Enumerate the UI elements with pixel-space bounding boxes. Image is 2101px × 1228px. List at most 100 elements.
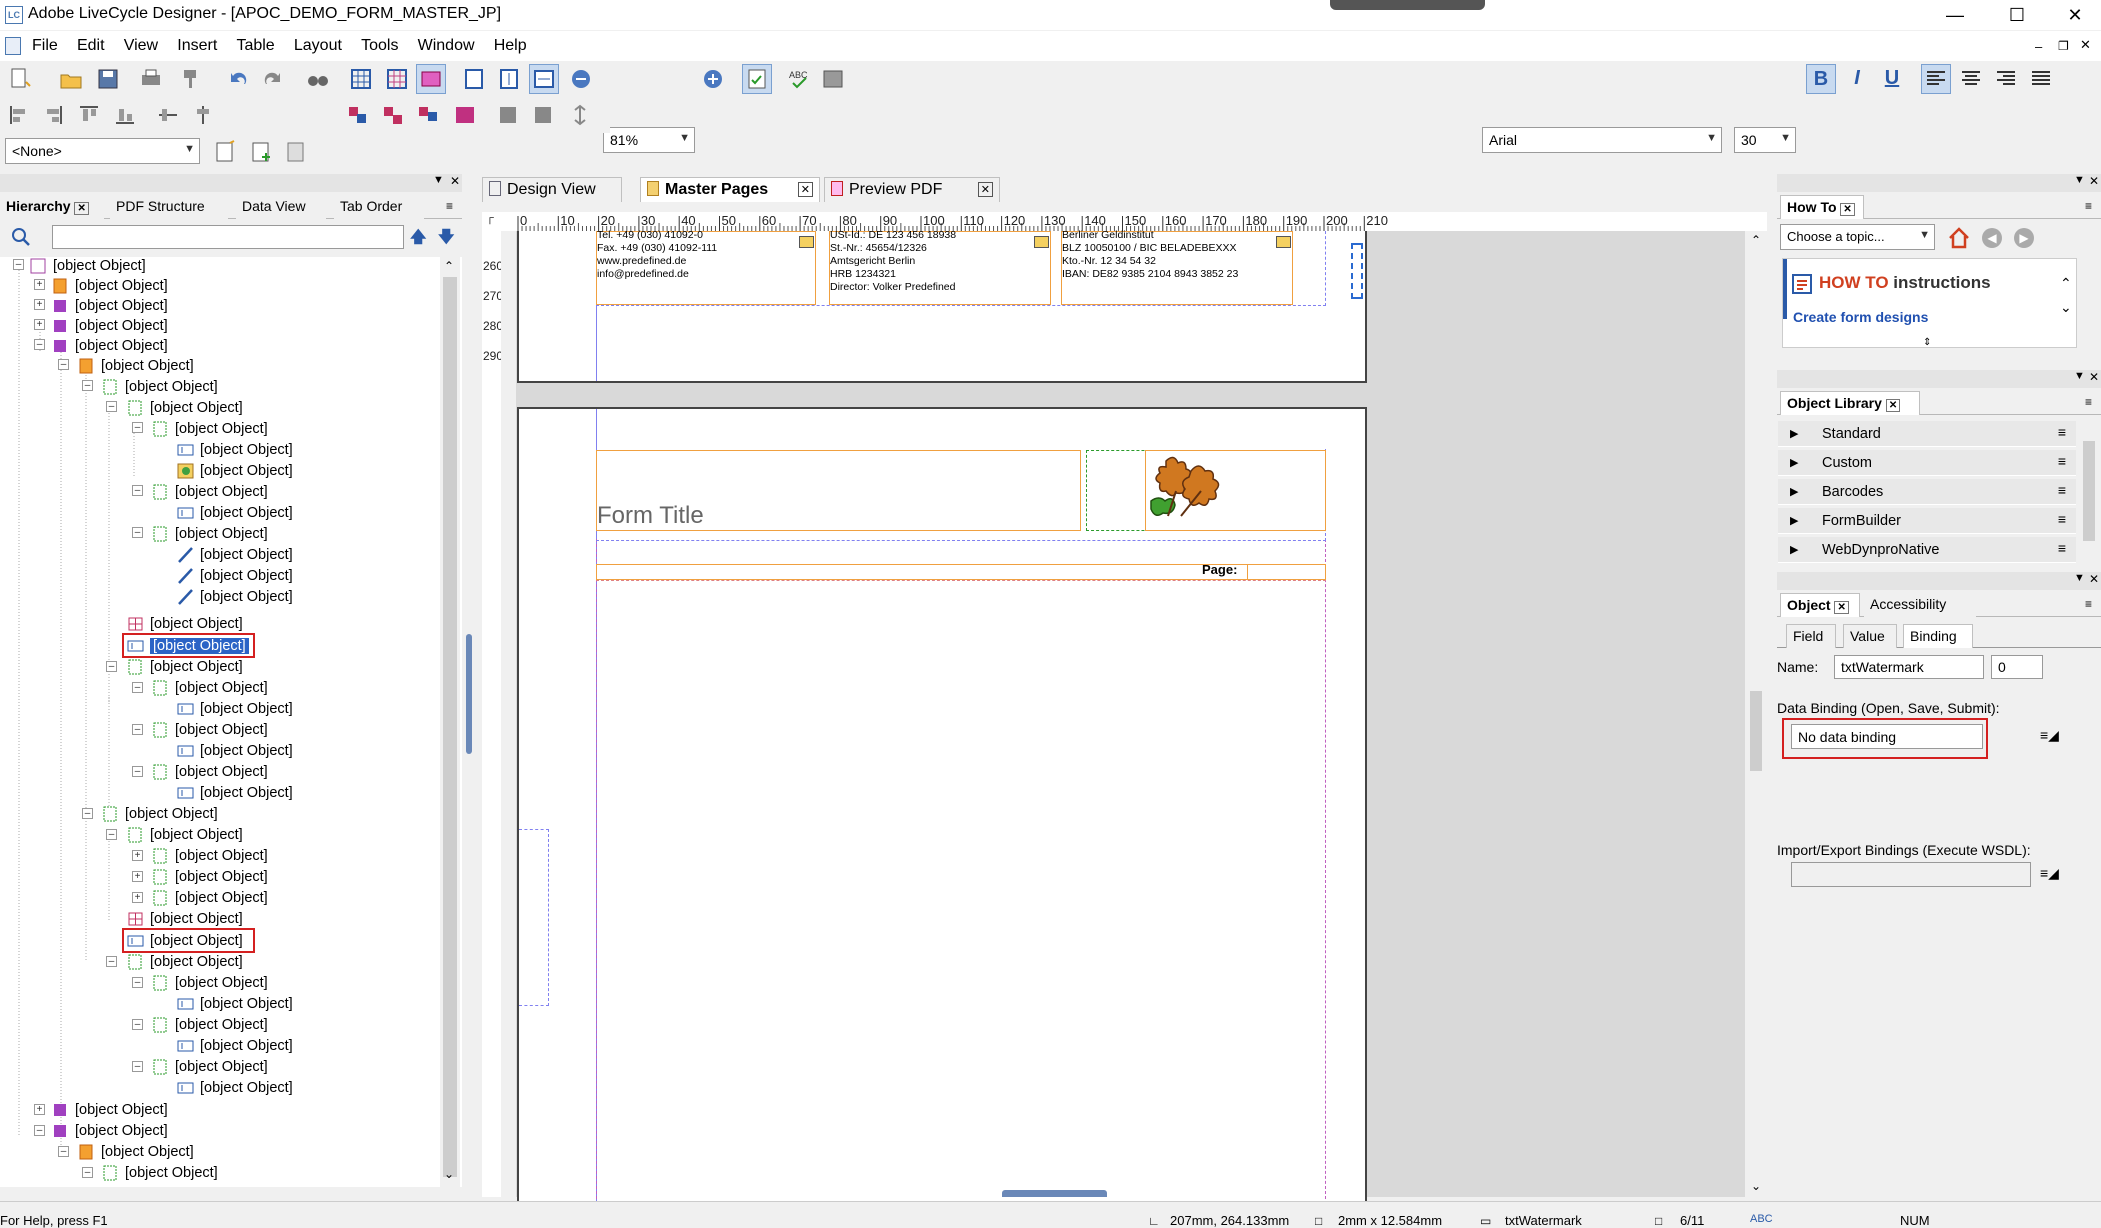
collapse-toggle[interactable]: – <box>106 661 117 672</box>
close-icon[interactable]: ✕ <box>797 182 813 197</box>
tree-node-master-pages-3[interactable]: [object Object] <box>78 1141 194 1162</box>
tree-node-frmfooterblock1-2[interactable]: [object Object] <box>152 972 268 993</box>
page-index-field[interactable]: Page: <box>596 562 1326 580</box>
expand-toggle[interactable]: + <box>132 850 143 861</box>
scroll-up-icon[interactable]: ⌃ <box>444 259 454 273</box>
expand-toggle[interactable]: + <box>132 871 143 882</box>
footer-block-1[interactable]: Tel. +49 (030) 41092-0 Fax. +49 (030) 41… <box>596 229 816 305</box>
footer-block-3[interactable]: Berliner Geldinstitut BLZ 10050100 / BIC… <box>1061 229 1293 305</box>
page-current[interactable]: Form Title Page: <box>517 407 1367 1209</box>
panel-menu-icon[interactable]: ▼ <box>2074 174 2085 186</box>
back-icon[interactable]: ◀ <box>1982 228 2002 248</box>
collapse-toggle[interactable]: – <box>34 1125 45 1136</box>
panel-menu-icon[interactable]: ▼ <box>2074 572 2085 584</box>
font-combo[interactable]: Arial ▼ <box>1482 127 1722 153</box>
collapse-toggle[interactable]: – <box>13 259 24 270</box>
doc-restore-button[interactable]: ❐ <box>2058 39 2069 53</box>
font-size-combo[interactable]: 30 ▼ <box>1734 127 1796 153</box>
tree-node-frmfoldingmarks[interactable]: [object Object] <box>152 523 268 544</box>
footer-block-2[interactable]: USt-Id.: DE 123 456 18938 St.-Nr.: 45654… <box>829 229 1051 305</box>
collapse-toggle[interactable]: – <box>106 401 117 412</box>
zoom-combo[interactable]: 81% ▼ <box>603 127 695 153</box>
tree-node-frmfooterblock2-2[interactable]: [object Object] <box>152 1014 268 1035</box>
align-right-icon[interactable] <box>1993 66 2019 92</box>
tree-node-txtwatermark[interactable]: [object Object] <box>127 930 243 951</box>
minimize-button[interactable]: — <box>1930 0 1980 30</box>
tree-node-frmfooterblock3[interactable]: [object Object] <box>152 761 268 782</box>
tree-node-txtpageindex[interactable]: [object Object] <box>177 502 293 523</box>
scroll-thumb[interactable] <box>2083 441 2095 541</box>
library-group-standard[interactable]: ▶ Standard ≡ <box>1778 421 2076 447</box>
selected-watermark-handle[interactable] <box>1351 243 1363 299</box>
image-icon[interactable] <box>820 66 846 92</box>
same-height-icon[interactable] <box>530 102 556 128</box>
binding-options-icon[interactable]: ≡◢ <box>2040 727 2059 744</box>
tree-node-firstpage[interactable]: [object Object] <box>127 397 243 418</box>
right-splitter[interactable] <box>1767 174 1777 1199</box>
close-button[interactable]: ✕ <box>2050 0 2100 30</box>
collapse-toggle[interactable]: – <box>132 485 143 496</box>
splitter-grip[interactable] <box>466 634 472 754</box>
design-canvas[interactable]: ┌ 0 10 20 30 40 50 60 70 80 90 100 110 120 130 140 150 1… <box>482 212 1767 1209</box>
expand-toggle[interactable]: + <box>34 299 45 310</box>
fit-width-icon[interactable] <box>531 66 557 92</box>
list-options-icon[interactable]: ≡ <box>2058 511 2066 527</box>
scroll-up-icon[interactable]: ⌃ <box>1751 233 1761 247</box>
check-script-icon[interactable] <box>744 66 770 92</box>
tree-node-master-pages-2[interactable]: [object Object] <box>78 355 194 376</box>
panel-options-icon[interactable]: ≡ <box>2085 395 2092 409</box>
library-scrollbar[interactable] <box>2080 421 2098 563</box>
import-export-options-icon[interactable]: ≡◢ <box>2040 865 2059 882</box>
import-export-input[interactable] <box>1791 862 2031 887</box>
page-previous[interactable]: Tel. +49 (030) 41092-0 Fax. +49 (030) 41… <box>517 229 1367 383</box>
close-icon[interactable]: ✕ <box>977 182 993 197</box>
collapse-toggle[interactable]: – <box>132 977 143 988</box>
tree-node-portrait-outboundletter[interactable]: [object Object] <box>52 1120 168 1141</box>
italic-button[interactable]: I <box>1842 64 1872 94</box>
create-form-designs-link[interactable]: Create form designs <box>1793 309 1928 325</box>
tree-node-frmfooterblock1[interactable]: [object Object] <box>152 677 268 698</box>
subtab-field[interactable]: Field <box>1786 624 1836 648</box>
justify-icon[interactable] <box>2028 66 2054 92</box>
collapse-toggle[interactable]: – <box>132 766 143 777</box>
tab-accessibility[interactable]: Accessibility <box>1864 593 1976 617</box>
list-options-icon[interactable]: ≡ <box>2058 424 2066 440</box>
list-options-icon[interactable]: ≡ <box>2058 482 2066 498</box>
tree-node-cntmain2[interactable]: [object Object] <box>127 908 243 929</box>
collapse-toggle[interactable]: – <box>82 1167 93 1178</box>
tree-node-cntmain1[interactable]: [object Object] <box>127 613 243 634</box>
same-size-icon[interactable] <box>567 102 593 128</box>
tree-node-landscape-factsheet[interactable]: [object Object] <box>52 295 168 316</box>
forward-icon[interactable]: ▶ <box>2014 228 2034 248</box>
bold-button[interactable]: B <box>1806 64 1836 94</box>
panel-options-icon[interactable]: ≡ <box>2085 597 2092 611</box>
tree-node-frmpage[interactable]: [object Object] <box>152 481 268 502</box>
collapse-toggle[interactable]: – <box>82 380 93 391</box>
scroll-thumb[interactable] <box>443 277 457 1177</box>
library-group-custom[interactable]: ▶ Custom ≡ <box>1778 450 2076 476</box>
collapse-toggle[interactable]: – <box>34 339 45 350</box>
scroll-thumb[interactable] <box>1750 691 1762 771</box>
tree-node-portrait-itemlist[interactable]: [object Object] <box>52 1099 168 1120</box>
panel-menu-icon[interactable]: ▼ <box>2074 370 2085 382</box>
tree-node-frmheader[interactable]: [object Object] <box>152 418 268 439</box>
tab-design-view[interactable]: Design View <box>482 177 622 202</box>
collapse-toggle[interactable]: – <box>106 829 117 840</box>
tree-node-mst1-2[interactable]: [object Object] <box>102 1162 218 1183</box>
tree-node-frmfoldingmarks-2[interactable]: [object Object] <box>152 887 268 908</box>
tree-node-subsequentpage[interactable]: [object Object] <box>127 824 243 845</box>
spell-check-icon[interactable]: ABC <box>787 66 813 92</box>
list-options-icon[interactable]: ≡ <box>2058 453 2066 469</box>
panel-options-icon[interactable]: ≡ <box>2085 199 2092 213</box>
collapse-toggle[interactable]: – <box>132 682 143 693</box>
tree-node-txtline[interactable]: [object Object] <box>177 698 293 719</box>
tree-node-linfoldingmarkbottom[interactable]: [object Object] <box>177 586 293 607</box>
subtab-binding[interactable]: Binding <box>1903 624 1973 648</box>
collapse-toggle[interactable]: – <box>58 359 69 370</box>
expand-toggle[interactable]: + <box>34 279 45 290</box>
tree-node-frmfooter-2[interactable]: [object Object] <box>127 951 243 972</box>
canvas-scrollbar[interactable]: ⌃ ⌄ <box>1745 231 1767 1197</box>
tree-node-frmheader-2[interactable]: [object Object] <box>152 845 268 866</box>
expand-toggle[interactable]: + <box>34 1104 45 1115</box>
scroll-down-icon[interactable]: ⌄ <box>444 1167 454 1181</box>
